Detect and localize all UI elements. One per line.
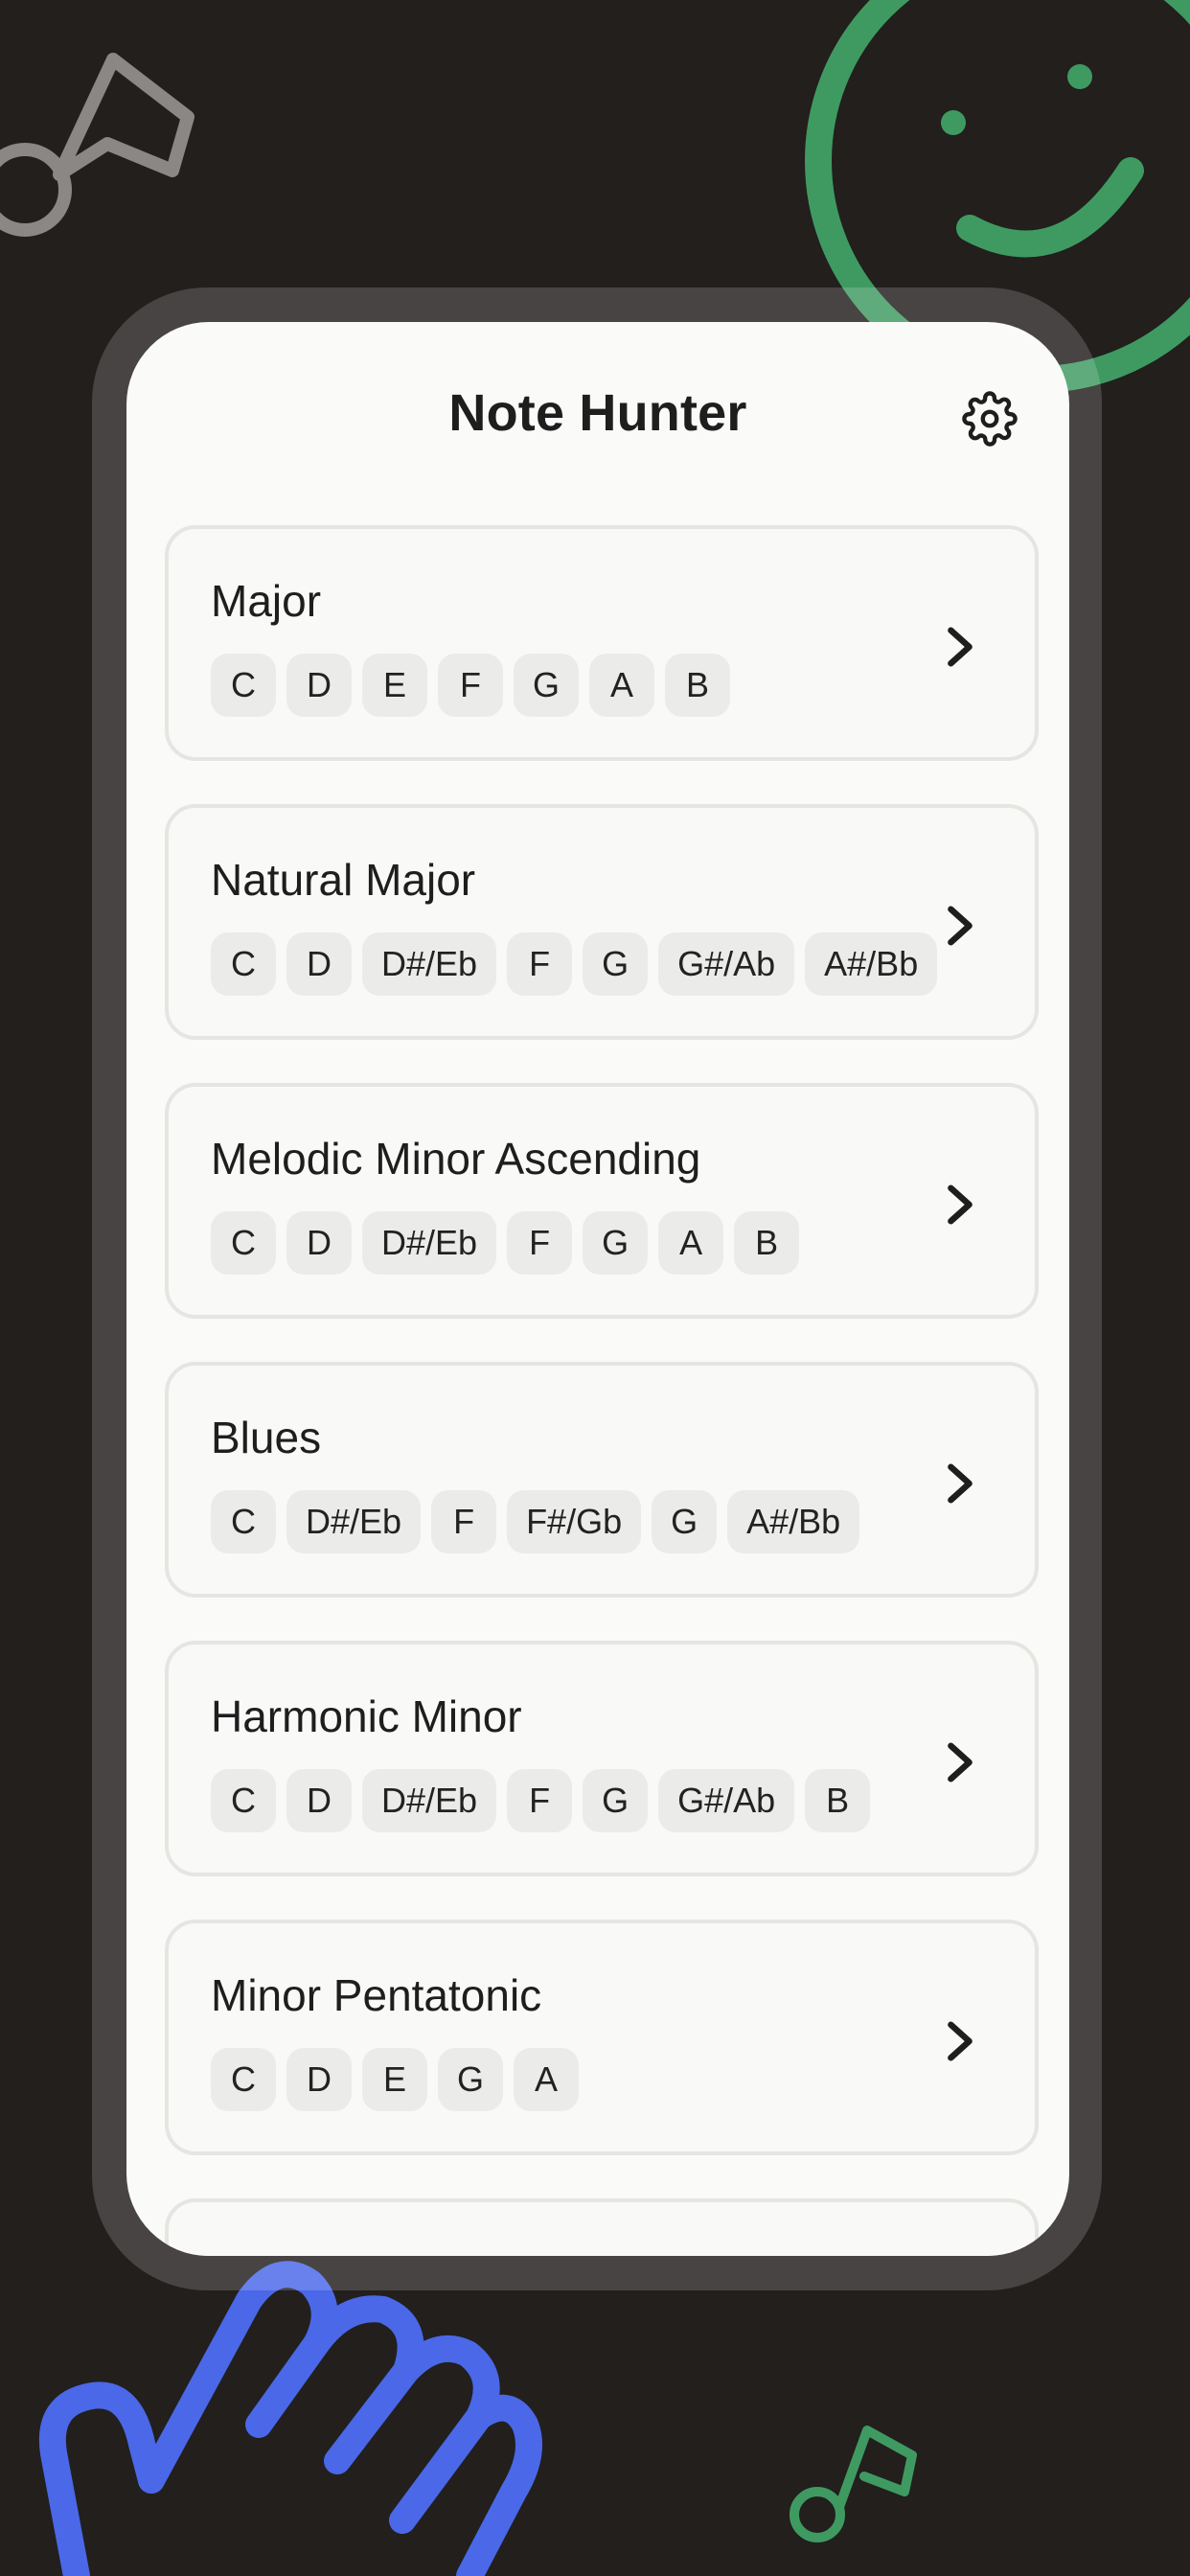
note-chip-list: CDEGA xyxy=(211,2048,580,2111)
chevron-right-icon xyxy=(948,1742,973,1782)
note-chip: G xyxy=(583,1211,649,1275)
scale-name: Major xyxy=(211,576,322,626)
scale-card[interactable]: Minor Pentatonic C D E G A xyxy=(165,1920,1039,2155)
note-chip: B xyxy=(734,1211,800,1275)
note-chip: G#/Ab xyxy=(658,1769,795,1832)
scale-name: Blues xyxy=(211,1413,322,1462)
note-chip-list: C D#/Eb F F#/Gb G A#/Bb xyxy=(211,1490,860,1553)
note-chip: D xyxy=(286,932,352,996)
note-chip-list: C D D#/Eb F G G#/Ab A#/Bb xyxy=(211,932,938,996)
note-chip: E xyxy=(362,654,427,717)
scale-card[interactable]: Harmonic Minor C D D#/Eb F G G#/Ab B xyxy=(165,1641,1039,1876)
note-chip: G xyxy=(514,654,580,717)
note-chip: B xyxy=(805,1769,871,1832)
note-chip: A#/Bb xyxy=(805,932,938,996)
note-chip: F xyxy=(507,1769,573,1832)
scale-name: Harmonic Minor xyxy=(211,1691,522,1741)
chevron-right-icon xyxy=(948,2021,973,2061)
note-chip: F xyxy=(507,1211,573,1275)
note-chip: A xyxy=(589,654,655,717)
music-note-icon xyxy=(790,2426,917,2542)
note-chip: C xyxy=(211,1490,276,1553)
scale-card[interactable]: Major C D E F G A B xyxy=(165,525,1039,761)
chevron-right-icon xyxy=(948,1184,973,1225)
note-chip: C xyxy=(211,654,276,717)
scale-card[interactable]: Natural Major C D D#/Eb F G G#/Ab A#/Bb xyxy=(165,804,1039,1040)
note-chip: G xyxy=(583,932,649,996)
note-chip: D#/Eb xyxy=(286,1490,422,1553)
note-chip: A#/Bb xyxy=(727,1490,860,1553)
note-chip: D xyxy=(286,1211,352,1275)
chevron-right-icon xyxy=(948,1463,973,1504)
note-chip: A xyxy=(658,1211,724,1275)
note-chip: C xyxy=(211,1769,276,1832)
note-chip: C xyxy=(211,1211,276,1275)
note-chip: F#/Gb xyxy=(507,1490,642,1553)
scale-card[interactable]: Melodic Minor Ascending C D D#/Eb F G A B xyxy=(165,1083,1039,1319)
note-chip: D#/Eb xyxy=(362,1211,497,1275)
note-chip: D xyxy=(286,1769,352,1832)
note-chip: A xyxy=(514,2048,580,2111)
app-canvas: Note Hunter Major C D E F G A B Natural Major C D D… xyxy=(0,0,1190,2576)
scale-card[interactable]: Blues C D#/Eb F F#/Gb G A#/Bb xyxy=(165,1362,1039,1598)
note-chip: B xyxy=(665,654,731,717)
chevron-right-icon xyxy=(948,627,973,667)
note-chip: D#/Eb xyxy=(362,1769,497,1832)
note-chip: D xyxy=(286,654,352,717)
app-screen: Note Hunter Major C D E F G A B Natural Major C D D… xyxy=(126,322,1069,2256)
note-chip: C xyxy=(211,2048,276,2111)
gear-icon xyxy=(962,391,1018,447)
note-chip: G#/Ab xyxy=(658,932,795,996)
note-chip: D#/Eb xyxy=(362,932,497,996)
note-chip-list: C D D#/Eb F G G#/Ab B xyxy=(211,1769,871,1832)
note-chip: E xyxy=(362,2048,427,2111)
note-chip: D xyxy=(286,2048,352,2111)
scale-name: Minor Pentatonic xyxy=(211,1970,542,2020)
scale-name: Natural Major xyxy=(211,855,476,905)
note-chip-list: CDEFGAB xyxy=(211,654,731,717)
note-chip: F xyxy=(507,932,573,996)
chevron-right-icon xyxy=(948,906,973,946)
note-chip: F xyxy=(438,654,503,717)
note-chip: G xyxy=(438,2048,504,2111)
app-title: Note Hunter xyxy=(448,384,747,442)
scale-card-partial[interactable] xyxy=(165,2198,1039,2256)
music-note-icon xyxy=(0,53,195,237)
note-chip: C xyxy=(211,932,276,996)
app-header: Note Hunter xyxy=(126,322,1069,514)
scale-list: Major C D E F G A B Natural Major C D D#/Eb F G G#/Ab A… xyxy=(165,525,1039,2256)
settings-button[interactable] xyxy=(959,388,1020,449)
scale-name: Melodic Minor Ascending xyxy=(211,1134,701,1184)
note-chip: G xyxy=(652,1490,718,1553)
note-chip-list: C D D#/Eb F G A B xyxy=(211,1211,800,1275)
note-chip: G xyxy=(583,1769,649,1832)
hand-icon xyxy=(38,2261,542,2576)
note-chip: F xyxy=(431,1490,497,1553)
